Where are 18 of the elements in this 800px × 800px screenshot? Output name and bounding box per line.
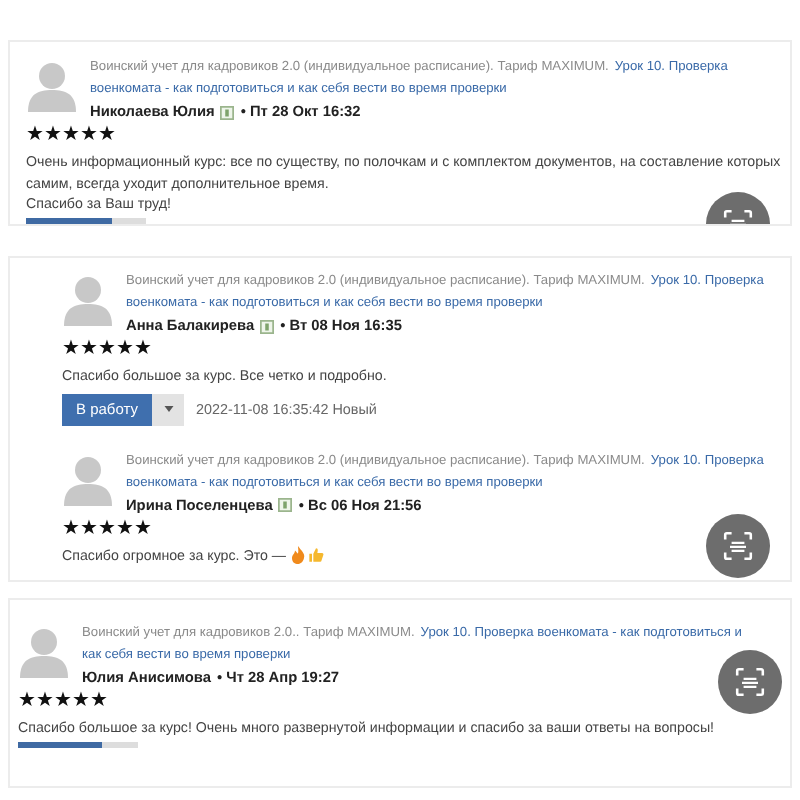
- thumbs-up-icon: [308, 546, 325, 565]
- dropdown-button[interactable]: [152, 393, 184, 425]
- star-rating: ★★★★★: [26, 124, 116, 148]
- avatar-icon: [26, 60, 78, 112]
- scan-icon: [734, 666, 766, 698]
- avatar-icon: [18, 626, 70, 678]
- progress-bar: [26, 217, 146, 223]
- scan-icon: [722, 530, 754, 562]
- caret-icon: [163, 406, 173, 412]
- star-rating: ★★★★★: [62, 338, 152, 362]
- scan-button[interactable]: [706, 514, 770, 578]
- scan-button[interactable]: [718, 650, 782, 714]
- fire-icon: [290, 546, 307, 565]
- avatar-icon: [62, 453, 114, 505]
- star-rating: ★★★★★: [18, 690, 108, 714]
- progress-bar: [18, 741, 138, 747]
- avatar-icon: [62, 274, 114, 326]
- star-rating: ★★★★★: [62, 517, 152, 541]
